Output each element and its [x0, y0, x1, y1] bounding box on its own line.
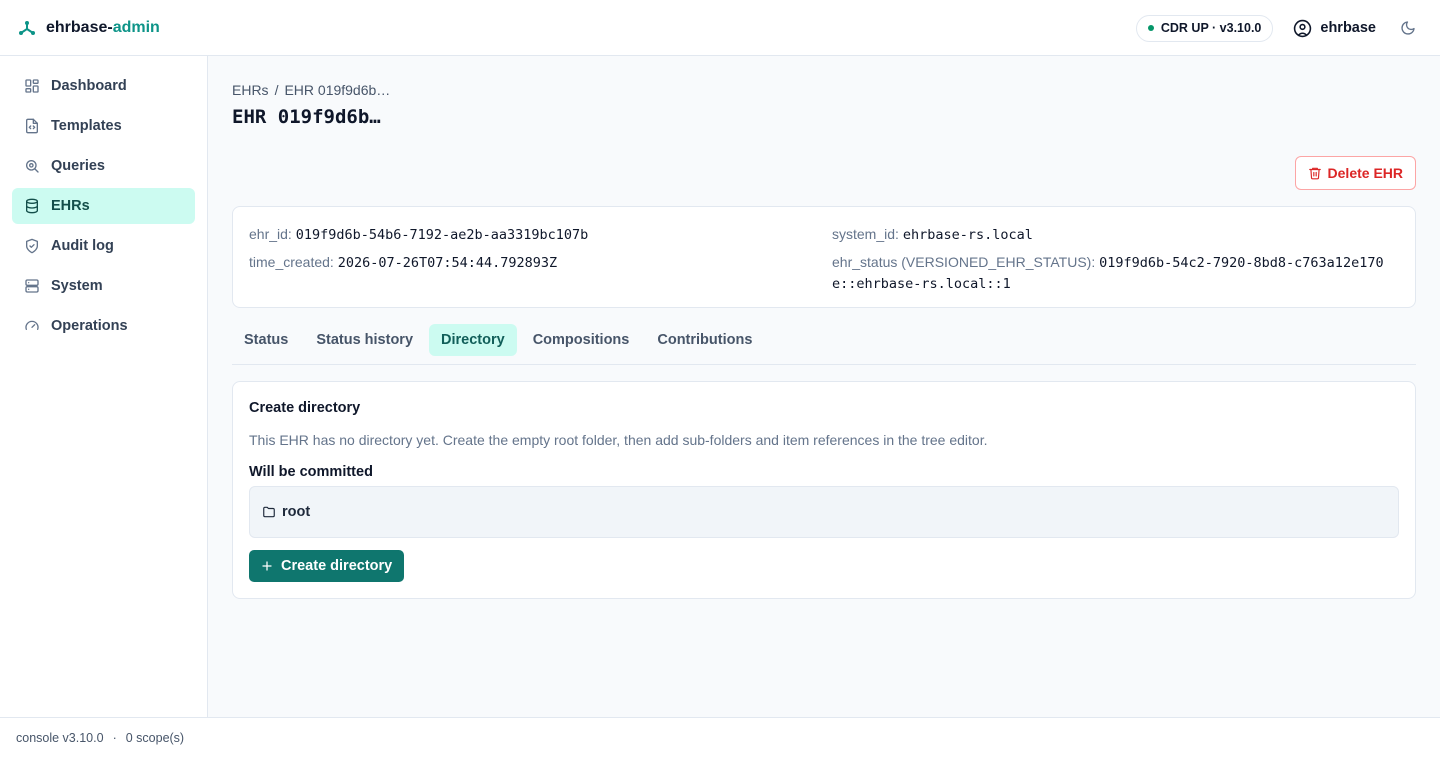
system-id-value: ehrbase-rs.local: [902, 227, 1033, 243]
sidebar-item-ehrs[interactable]: EHRs: [12, 188, 195, 224]
moon-icon: [1401, 21, 1415, 35]
scope-count: 0 scope(s): [125, 730, 185, 745]
user-circle-icon: [1294, 19, 1312, 37]
cdr-status-text: CDR UP · v3.10.0: [1160, 21, 1262, 35]
directory-tree-preview: root: [249, 486, 1399, 538]
create-directory-button[interactable]: Create directory: [249, 550, 405, 582]
tab-compositions[interactable]: Compositions: [521, 324, 642, 356]
sidebar-item-queries[interactable]: Queries: [12, 148, 195, 184]
user-menu[interactable]: ehrbase: [1293, 19, 1376, 38]
top-bar: ehrbase-admin CDR UP · v3.10.0 ehrbase: [0, 0, 1440, 56]
tab-directory[interactable]: Directory: [429, 324, 517, 356]
tab-contributions[interactable]: Contributions: [645, 324, 764, 356]
time-created-row: time_created: 2026-07-26T07:54:44.792893…: [249, 252, 557, 273]
sidebar-item-label: Templates: [51, 118, 122, 134]
directory-description: This EHR has no directory yet. Create th…: [249, 432, 988, 448]
dashboard-icon: [25, 79, 39, 93]
sidebar-item-templates[interactable]: Templates: [12, 108, 195, 144]
time-created-label: time_created:: [249, 254, 334, 270]
footer: console v3.10.0 · 0 scope(s): [0, 717, 1440, 757]
templates-icon: [26, 118, 38, 134]
brand[interactable]: ehrbase-admin: [18, 19, 160, 37]
shield-check-icon: [26, 238, 38, 254]
gauge-icon: [25, 320, 39, 330]
status-dot-icon: [1147, 25, 1154, 31]
create-directory-label: Create directory: [281, 558, 393, 574]
sidebar-item-operations[interactable]: Operations: [12, 308, 195, 344]
sidebar-item-label: Operations: [51, 318, 128, 334]
ehr-id-label: ehr_id:: [249, 226, 292, 242]
system-id-row: system_id: ehrbase-rs.local: [832, 224, 1033, 245]
queries-icon: [26, 160, 39, 173]
ehr-id-value: 019f9d6b-54b6-7192-ae2b-aa3319bc107b: [295, 227, 589, 243]
sidebar-item-label: System: [51, 278, 103, 294]
sidebar-item-label: Audit log: [51, 238, 114, 254]
ehr-status-label: ehr_status (VERSIONED_EHR_STATUS):: [832, 254, 1096, 270]
sidebar: Dashboard Templates Queries EHRs Audit l…: [0, 56, 208, 717]
ehr-info-card: ehr_id: 019f9d6b-54b6-7192-ae2b-aa3319bc…: [232, 206, 1416, 308]
console-version: console v3.10.0: [16, 730, 104, 745]
server-icon: [25, 279, 39, 293]
directory-title: Create directory: [249, 400, 361, 416]
brand-name: ehrbase-: [46, 18, 113, 36]
delete-ehr-label: Delete EHR: [1327, 165, 1403, 181]
theme-toggle-button[interactable]: [1400, 20, 1416, 36]
trash-icon: [1308, 167, 1321, 180]
breadcrumb-current: EHR 019f9d6b…: [284, 82, 391, 98]
logo-icon: [19, 20, 35, 35]
delete-ehr-button[interactable]: Delete EHR: [1294, 156, 1416, 190]
sidebar-item-dashboard[interactable]: Dashboard: [12, 68, 195, 104]
sidebar-item-label: EHRs: [51, 198, 90, 214]
sidebar-item-system[interactable]: System: [12, 268, 195, 304]
ehr-status-row: ehr_status (VERSIONED_EHR_STATUS): 019f9…: [832, 252, 1402, 294]
footer-separator: ·: [112, 730, 117, 745]
sidebar-item-audit-log[interactable]: Audit log: [12, 228, 195, 264]
breadcrumb-link-ehrs[interactable]: EHRs: [232, 82, 269, 98]
ehr-id-row: ehr_id: 019f9d6b-54b6-7192-ae2b-aa3319bc…: [249, 224, 588, 245]
root-folder-label: root: [282, 504, 311, 520]
username: ehrbase: [1320, 20, 1376, 36]
tab-status[interactable]: Status: [232, 324, 300, 356]
folder-icon: [263, 506, 275, 518]
brand-suffix: admin: [112, 18, 160, 36]
main-content: EHRs / EHR 019f9d6b… EHR 019f9d6b… Delet…: [208, 56, 1440, 717]
breadcrumb: EHRs / EHR 019f9d6b…: [232, 82, 396, 98]
sidebar-item-label: Dashboard: [51, 78, 127, 94]
system-id-label: system_id:: [832, 226, 899, 242]
time-created-value: 2026-07-26T07:54:44.792893Z: [337, 255, 558, 271]
page-title: EHR 019f9d6b…: [232, 106, 381, 128]
ehr-tabs: Status Status history Directory Composit…: [232, 324, 1416, 365]
database-icon: [26, 198, 38, 214]
tab-status-history[interactable]: Status history: [304, 324, 425, 356]
directory-card: Create directory This EHR has no directo…: [232, 381, 1416, 599]
sidebar-item-label: Queries: [51, 158, 105, 174]
plus-icon: [262, 561, 272, 571]
breadcrumb-separator: /: [274, 82, 279, 98]
cdr-status-badge: CDR UP · v3.10.0: [1135, 14, 1274, 42]
will-be-committed-heading: Will be committed: [249, 464, 373, 480]
